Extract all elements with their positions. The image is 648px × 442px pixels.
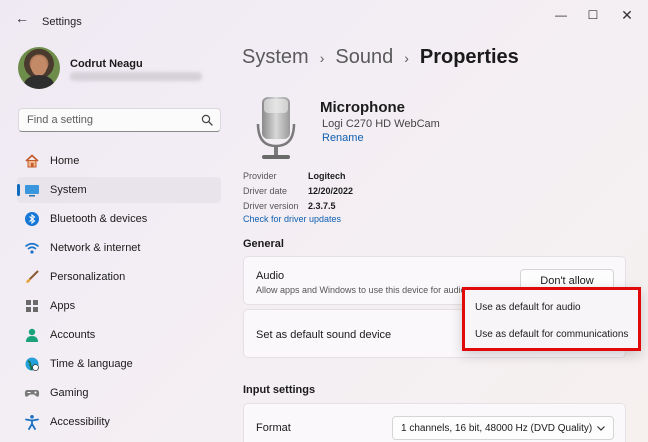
format-value: 1 channels, 16 bit, 48000 Hz (DVD Qualit… <box>401 423 593 434</box>
close-button[interactable]: ✕ <box>610 4 644 26</box>
sidebar-item-label: Apps <box>50 300 76 312</box>
sidebar-nav: Home System Bluetooth & devices Network … <box>17 148 221 438</box>
property-label: Provider <box>243 171 277 181</box>
breadcrumb-system[interactable]: System <box>242 46 309 69</box>
sidebar-item-system[interactable]: System <box>17 177 221 203</box>
sidebar-item-label: Network & internet <box>50 242 141 254</box>
sidebar-item-label: Home <box>50 155 80 167</box>
sidebar-item-personalization[interactable]: Personalization <box>17 264 221 290</box>
device-model: Logi C270 HD WebCam <box>322 118 440 130</box>
device-name: Microphone <box>320 99 405 116</box>
globe-icon <box>25 357 39 371</box>
check-driver-updates-link[interactable]: Check for driver updates <box>243 214 341 224</box>
breadcrumb-chevron-icon: › <box>404 49 409 66</box>
user-email-blurred <box>70 72 202 81</box>
avatar <box>18 47 60 89</box>
maximize-icon: ☐ <box>587 8 599 22</box>
format-label: Format <box>256 422 291 434</box>
accessibility-icon <box>25 415 39 430</box>
property-label: Driver date <box>243 186 288 196</box>
minimize-button[interactable]: — <box>544 4 578 26</box>
property-value: Logitech <box>308 171 346 181</box>
sidebar-item-label: Time & language <box>50 358 133 370</box>
close-icon: ✕ <box>621 6 633 23</box>
microphone-icon <box>256 97 296 159</box>
title-bar: ← Settings — ☐ ✕ <box>0 0 648 34</box>
default-device-menu: Use as default for audio Use as default … <box>462 287 641 351</box>
account-icon <box>26 328 38 342</box>
system-icon <box>25 185 39 197</box>
format-card: Format 1 channels, 16 bit, 48000 Hz (DVD… <box>243 403 626 442</box>
sidebar-item-network[interactable]: Network & internet <box>17 235 221 261</box>
default-device-title: Set as default sound device <box>256 329 392 341</box>
wifi-icon <box>24 242 40 254</box>
back-button[interactable]: ← <box>10 8 34 28</box>
general-section-title: General <box>243 238 284 250</box>
sidebar-item-label: Bluetooth & devices <box>50 213 148 225</box>
maximize-button[interactable]: ☐ <box>576 4 610 26</box>
sidebar-item-label: Gaming <box>50 387 89 399</box>
page-title: Properties <box>419 46 519 68</box>
back-arrow-icon: ← <box>15 10 29 26</box>
rename-link[interactable]: Rename <box>322 132 364 144</box>
home-icon <box>25 154 39 168</box>
input-settings-section-title: Input settings <box>243 384 316 396</box>
chevron-down-icon <box>597 426 605 431</box>
menu-item-default-audio[interactable]: Use as default for audio <box>475 302 581 313</box>
breadcrumb-chevron-icon: › <box>319 49 325 66</box>
user-name: Codrut Neagu <box>70 58 143 70</box>
sidebar-item-bluetooth[interactable]: Bluetooth & devices <box>17 206 221 232</box>
avatar-body <box>24 75 54 89</box>
menu-item-default-communications[interactable]: Use as default for communications <box>475 329 628 340</box>
audio-description: Allow apps and Windows to use this devic… <box>256 285 466 295</box>
app-title: Settings <box>42 16 82 28</box>
property-value: 12/20/2022 <box>308 186 354 196</box>
gamepad-icon <box>24 390 40 397</box>
sidebar-item-label: System <box>50 184 87 196</box>
sidebar-item-label: Accounts <box>50 329 96 341</box>
sidebar-item-accessibility[interactable]: Accessibility <box>17 409 221 435</box>
sidebar-item-apps[interactable]: Apps <box>17 293 221 319</box>
search-placeholder: Find a setting <box>27 114 94 126</box>
brush-icon <box>26 270 39 283</box>
search-icon[interactable] <box>201 114 213 126</box>
property-value: 2.3.7.5 <box>308 201 336 211</box>
sidebar-item-label: Personalization <box>50 271 126 283</box>
bluetooth-icon <box>25 212 39 226</box>
avatar-face <box>31 56 47 76</box>
breadcrumb: System › Sound › Properties <box>242 46 519 69</box>
format-dropdown[interactable]: 1 channels, 16 bit, 48000 Hz (DVD Qualit… <box>392 416 614 440</box>
sidebar-item-gaming[interactable]: Gaming <box>17 380 221 406</box>
sidebar-item-label: Accessibility <box>50 416 110 428</box>
sidebar-item-time-language[interactable]: Time & language <box>17 351 221 377</box>
search-input[interactable]: Find a setting <box>18 108 221 132</box>
apps-icon <box>26 300 38 312</box>
sidebar-item-accounts[interactable]: Accounts <box>17 322 221 348</box>
audio-title: Audio <box>256 270 285 282</box>
minimize-icon: — <box>555 8 567 22</box>
property-label: Driver version <box>243 201 299 211</box>
sidebar-item-home[interactable]: Home <box>17 148 221 174</box>
breadcrumb-sound[interactable]: Sound <box>335 46 393 69</box>
